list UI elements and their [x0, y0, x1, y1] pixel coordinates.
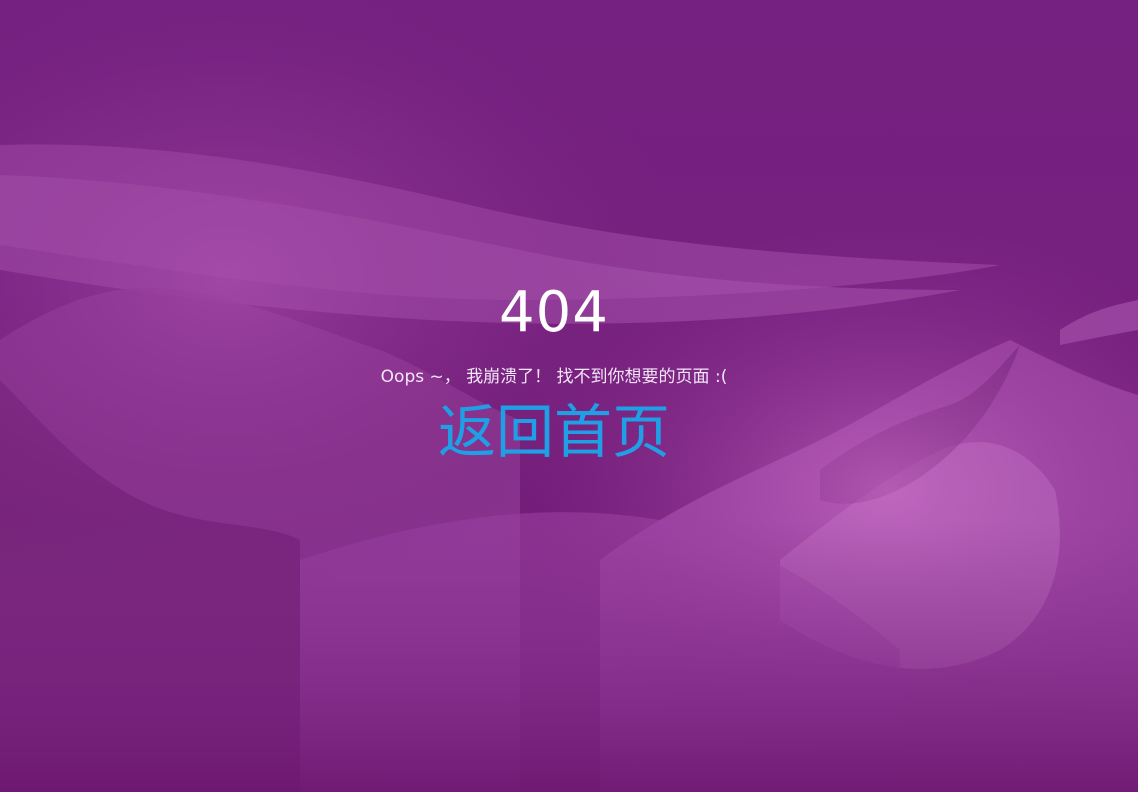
back-home-link[interactable]: 返回首页	[431, 394, 677, 470]
error-page: 404 Oops ~， 我崩溃了！ 找不到你想要的页面 :( 返回首页	[0, 0, 1138, 792]
error-code: 404	[499, 280, 609, 345]
error-message: Oops ~， 我崩溃了！ 找不到你想要的页面 :(	[380, 367, 728, 387]
error-content: 404 Oops ~， 我崩溃了！ 找不到你想要的页面 :( 返回首页	[0, 0, 1138, 792]
